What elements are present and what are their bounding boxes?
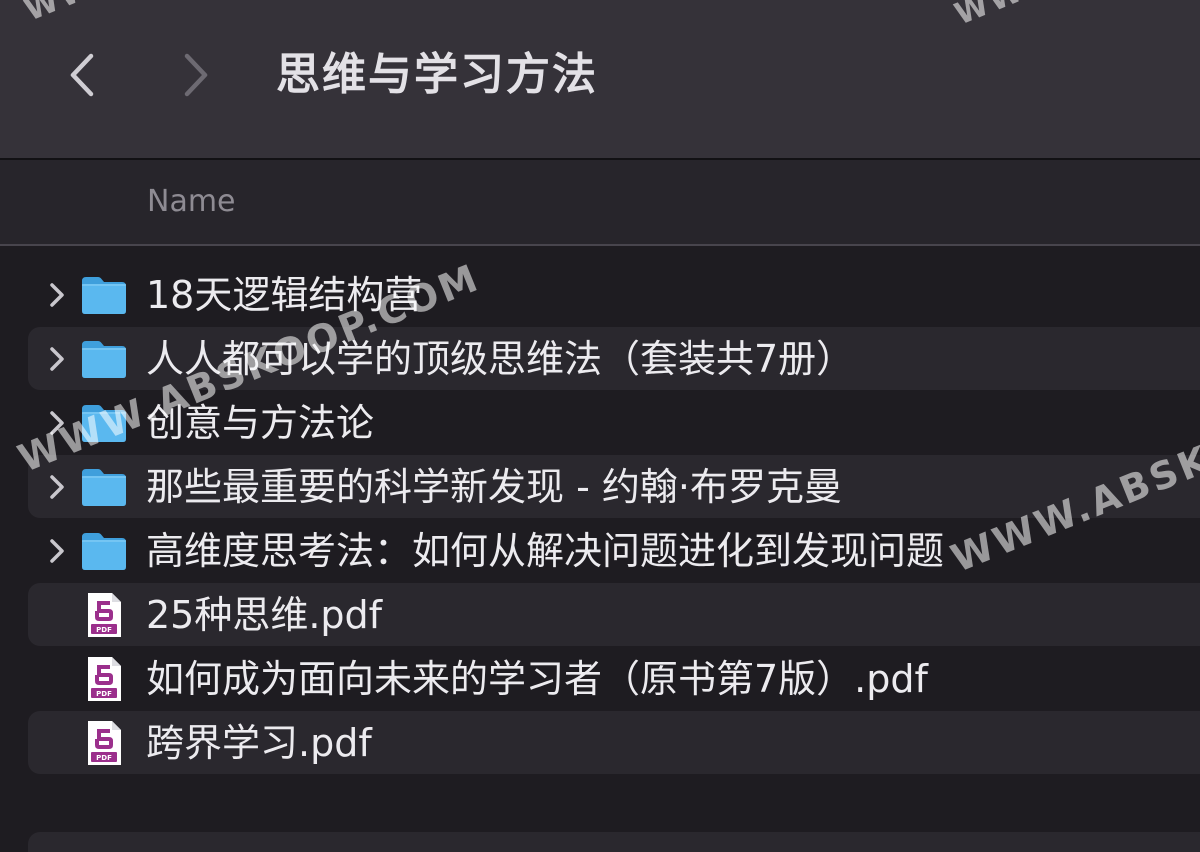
pdf-icon: PDF	[85, 591, 123, 639]
chevron-right-icon	[50, 411, 64, 435]
chevron-right-icon	[50, 475, 64, 499]
chevron-left-icon	[70, 53, 94, 97]
column-header-name[interactable]: Name	[147, 182, 236, 222]
file-row[interactable]: PDF 如何成为面向未来的学习者（原书第7版）.pdf	[28, 647, 1200, 710]
pdf-icon: PDF	[85, 655, 123, 703]
item-name: 18天逻辑结构营	[146, 273, 423, 317]
folder-row[interactable]: 那些最重要的科学新发现 - 约翰·布罗克曼	[28, 455, 1200, 518]
file-row[interactable]: PDF 跨界学习.pdf	[28, 711, 1200, 774]
item-name: 创意与方法论	[146, 401, 375, 445]
toolbar: 思维与学习方法	[0, 0, 1200, 160]
folder-row[interactable]: 创意与方法论	[28, 391, 1200, 454]
disclosure-triangle[interactable]	[46, 536, 68, 566]
item-name: 高维度思考法：如何从解决问题进化到发现问题	[146, 529, 945, 573]
disclosure-triangle[interactable]	[46, 344, 68, 374]
svg-text:PDF: PDF	[96, 754, 112, 762]
folder-icon	[80, 466, 128, 508]
folder-icon	[80, 274, 128, 316]
disclosure-triangle[interactable]	[46, 280, 68, 310]
item-name: 跨界学习.pdf	[146, 721, 372, 765]
chevron-right-icon	[184, 53, 208, 97]
disclosure-triangle[interactable]	[46, 472, 68, 502]
item-name: 25种思维.pdf	[146, 593, 383, 637]
folder-row[interactable]: 人人都可以学的顶级思维法（套装共7册）	[28, 327, 1200, 390]
list-footer-row	[28, 832, 1200, 852]
folder-row[interactable]: 18天逻辑结构营	[28, 263, 1200, 326]
disclosure-triangle[interactable]	[46, 408, 68, 438]
chevron-right-icon	[50, 283, 64, 307]
back-button[interactable]	[62, 52, 102, 98]
folder-icon	[80, 402, 128, 444]
file-row[interactable]: PDF 25种思维.pdf	[28, 583, 1200, 646]
window-title: 思维与学习方法	[276, 49, 598, 100]
chevron-right-icon	[50, 539, 64, 563]
finder-window: 思维与学习方法 Name 18天逻辑结构营人人都可以学的顶级思维法（套装共7册）…	[0, 0, 1200, 852]
item-name: 如何成为面向未来的学习者（原书第7版）.pdf	[146, 657, 928, 701]
forward-button[interactable]	[176, 52, 216, 98]
folder-row[interactable]: 高维度思考法：如何从解决问题进化到发现问题	[28, 519, 1200, 582]
folder-icon	[80, 338, 128, 380]
chevron-right-icon	[50, 347, 64, 371]
column-header-bar: Name	[0, 160, 1200, 246]
item-name: 人人都可以学的顶级思维法（套装共7册）	[146, 337, 855, 381]
svg-text:PDF: PDF	[96, 626, 112, 634]
file-list: 18天逻辑结构营人人都可以学的顶级思维法（套装共7册） 创意与方法论那些最重要的科…	[0, 263, 1200, 775]
folder-icon	[80, 530, 128, 572]
svg-text:PDF: PDF	[96, 690, 112, 698]
pdf-icon: PDF	[85, 719, 123, 767]
item-name: 那些最重要的科学新发现 - 约翰·布罗克曼	[146, 465, 842, 509]
